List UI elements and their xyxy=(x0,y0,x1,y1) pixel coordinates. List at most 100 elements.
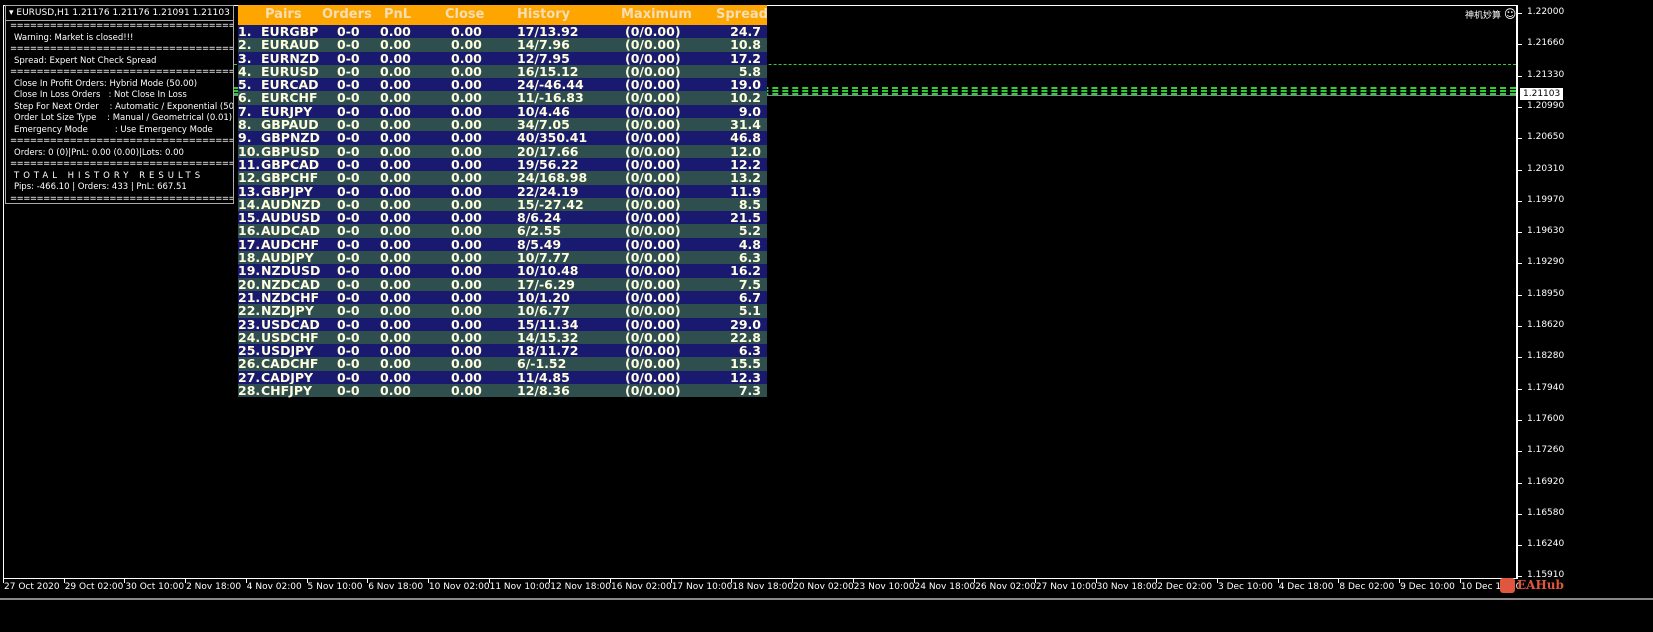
close-value: 0.00 xyxy=(451,130,482,146)
time-label: 29 Oct 02:00 xyxy=(64,582,124,592)
spread-text: Spread: Expert Not Check Spread xyxy=(14,55,157,66)
table-row: 20. NZDCAD 0-0 0.00 0.00 17/-6.29 (0/0.00) 7.5 xyxy=(238,276,767,292)
history-value: 15/11.34 xyxy=(517,316,579,332)
pair-name: AUDNZD xyxy=(261,196,321,212)
pnl-value: 0.00 xyxy=(380,37,411,53)
time-label: 30 Nov 18:00 xyxy=(1096,582,1158,592)
time-label: 18 Nov 18:00 xyxy=(732,582,794,592)
price-tick xyxy=(1518,13,1522,14)
pnl-value: 0.00 xyxy=(380,183,411,199)
price-tick xyxy=(1518,294,1522,296)
price-tick xyxy=(1518,326,1522,327)
price-label: 1.18620 xyxy=(1527,320,1565,330)
price-tick xyxy=(1518,357,1522,359)
price-tick xyxy=(1518,451,1522,453)
time-label: 12 Nov 18:00 xyxy=(550,582,611,592)
pair-name: GBPNZD xyxy=(261,130,320,146)
history-value: 14/7.96 xyxy=(517,37,570,53)
orders-value: 0-0 xyxy=(337,289,360,305)
close-value: 0.00 xyxy=(451,316,482,332)
maximum-value: (0/0.00) xyxy=(625,183,681,199)
pair-name: USDCAD xyxy=(261,316,320,332)
pair-name: GBPCAD xyxy=(261,156,320,172)
chart-title[interactable]: ▾ EURUSD,H1 1.21176 1.21176 1.21091 1.21… xyxy=(6,6,233,21)
pnl-value: 0.00 xyxy=(380,170,411,186)
maximum-value: (0/0.00) xyxy=(625,50,681,66)
close-value: 0.00 xyxy=(451,289,482,305)
price-tick xyxy=(1518,44,1522,46)
pnl-value: 0.00 xyxy=(380,156,411,172)
expert-status[interactable]: 神机妙算 ☺ xyxy=(1465,7,1516,21)
pair-name: AUDUSD xyxy=(261,210,321,226)
history-summary: Pips: -466.10 | Orders: 433 | PnL: 667.5… xyxy=(14,182,187,192)
orders-value: 0-0 xyxy=(337,263,360,279)
history-value: 18/11.72 xyxy=(517,343,579,359)
row-number: 19. xyxy=(238,263,261,279)
close-value: 0.00 xyxy=(451,276,482,292)
pairs-table: Pairs Orders PnL Close History Maximum S… xyxy=(238,5,768,399)
orders-value: 0-0 xyxy=(337,50,360,66)
pair-name: USDCHF xyxy=(261,329,319,345)
setting-line: Close In Loss Orders : Not Close In Loss xyxy=(14,90,187,100)
pair-name: AUDCHF xyxy=(261,236,319,252)
history-value: 6/2.55 xyxy=(517,223,562,239)
pair-name: CADCHF xyxy=(261,356,319,372)
spread-value: 7.5 xyxy=(738,276,761,292)
separator: ========================================… xyxy=(10,67,233,77)
spread-value: 6.3 xyxy=(738,343,761,359)
table-row: 4. EURUSD 0-0 0.00 0.00 16/15.12 (0/0.00) 5.8 xyxy=(238,65,767,78)
orders-value: 0-0 xyxy=(337,183,360,199)
header-orders: Orders xyxy=(322,7,372,22)
row-number: 16. xyxy=(238,223,261,239)
close-value: 0.00 xyxy=(451,303,482,319)
row-number: 6. xyxy=(238,90,252,106)
table-row: 5. EURCAD 0-0 0.00 0.00 24/-46.44 (0/0.00) 19.0 xyxy=(238,78,767,91)
price-label: 1.17260 xyxy=(1527,445,1565,456)
close-value: 0.00 xyxy=(451,263,482,279)
pnl-value: 0.00 xyxy=(380,77,411,93)
price-label: 1.19290 xyxy=(1527,257,1565,268)
spread-value: 5.1 xyxy=(738,303,761,319)
orders-value: 0-0 xyxy=(337,103,360,119)
orders-value: 0-0 xyxy=(337,37,360,53)
pnl-value: 0.00 xyxy=(380,210,411,226)
orders-value: 0-0 xyxy=(337,316,360,332)
orders-value: 0-0 xyxy=(337,196,360,212)
header-spread: Spread xyxy=(716,7,768,22)
orders-value: 0-0 xyxy=(337,356,360,372)
time-label: 5 Nov 10:00 xyxy=(307,582,363,592)
pnl-value: 0.00 xyxy=(380,103,411,119)
history-value: 8/6.24 xyxy=(517,210,562,226)
table-row: 12. GBPCHF 0-0 0.00 0.00 24/168.98 (0/0.00) 13.… xyxy=(238,170,767,186)
table-header: Pairs Orders PnL Close History Maximum S… xyxy=(238,5,768,25)
close-value: 0.00 xyxy=(451,63,482,79)
table-row: 19. NZDUSD 0-0 0.00 0.00 10/10.48 (0/0.00) 16.2 xyxy=(238,263,767,279)
time-label: 16 Nov 02:00 xyxy=(611,582,672,592)
warning-text: Warning: Market is closed!!! xyxy=(14,32,134,43)
time-label: 4 Nov 02:00 xyxy=(246,582,302,592)
pnl-value: 0.00 xyxy=(380,343,411,359)
orders-value: 0-0 xyxy=(337,130,360,146)
spread-value: 17.2 xyxy=(730,50,761,66)
price-tick xyxy=(1518,513,1522,515)
table-row: 14. AUDNZD 0-0 0.00 0.00 15/-27.42 (0/0.00) 8.5 xyxy=(238,198,767,211)
orders-value: 0-0 xyxy=(337,236,360,252)
price-label: 1.16580 xyxy=(1527,507,1565,518)
pair-name: EURCHF xyxy=(261,90,318,106)
table-row: 10. GBPUSD 0-0 0.00 0.00 20/17.66 (0/0.00) 12.0 xyxy=(238,143,767,159)
pair-name: GBPCHF xyxy=(261,170,319,186)
price-label: 1.20310 xyxy=(1527,163,1565,174)
price-tick xyxy=(1518,545,1522,547)
price-label: 1.16240 xyxy=(1527,539,1565,550)
orders-value: 0-0 xyxy=(337,383,360,399)
row-number: 1. xyxy=(238,24,252,39)
orders-value: 0-0 xyxy=(337,369,360,385)
row-number: 27. xyxy=(238,369,261,385)
maximum-value: (0/0.00) xyxy=(625,263,681,279)
history-value: 24/-46.44 xyxy=(517,77,584,93)
time-label: 20 Nov 02:00 xyxy=(793,582,854,592)
pair-name: GBPUSD xyxy=(261,143,320,159)
time-label: 8 Dec 02:00 xyxy=(1339,582,1395,592)
header-close: Close xyxy=(445,7,485,22)
spread-value: 5.8 xyxy=(738,63,761,79)
